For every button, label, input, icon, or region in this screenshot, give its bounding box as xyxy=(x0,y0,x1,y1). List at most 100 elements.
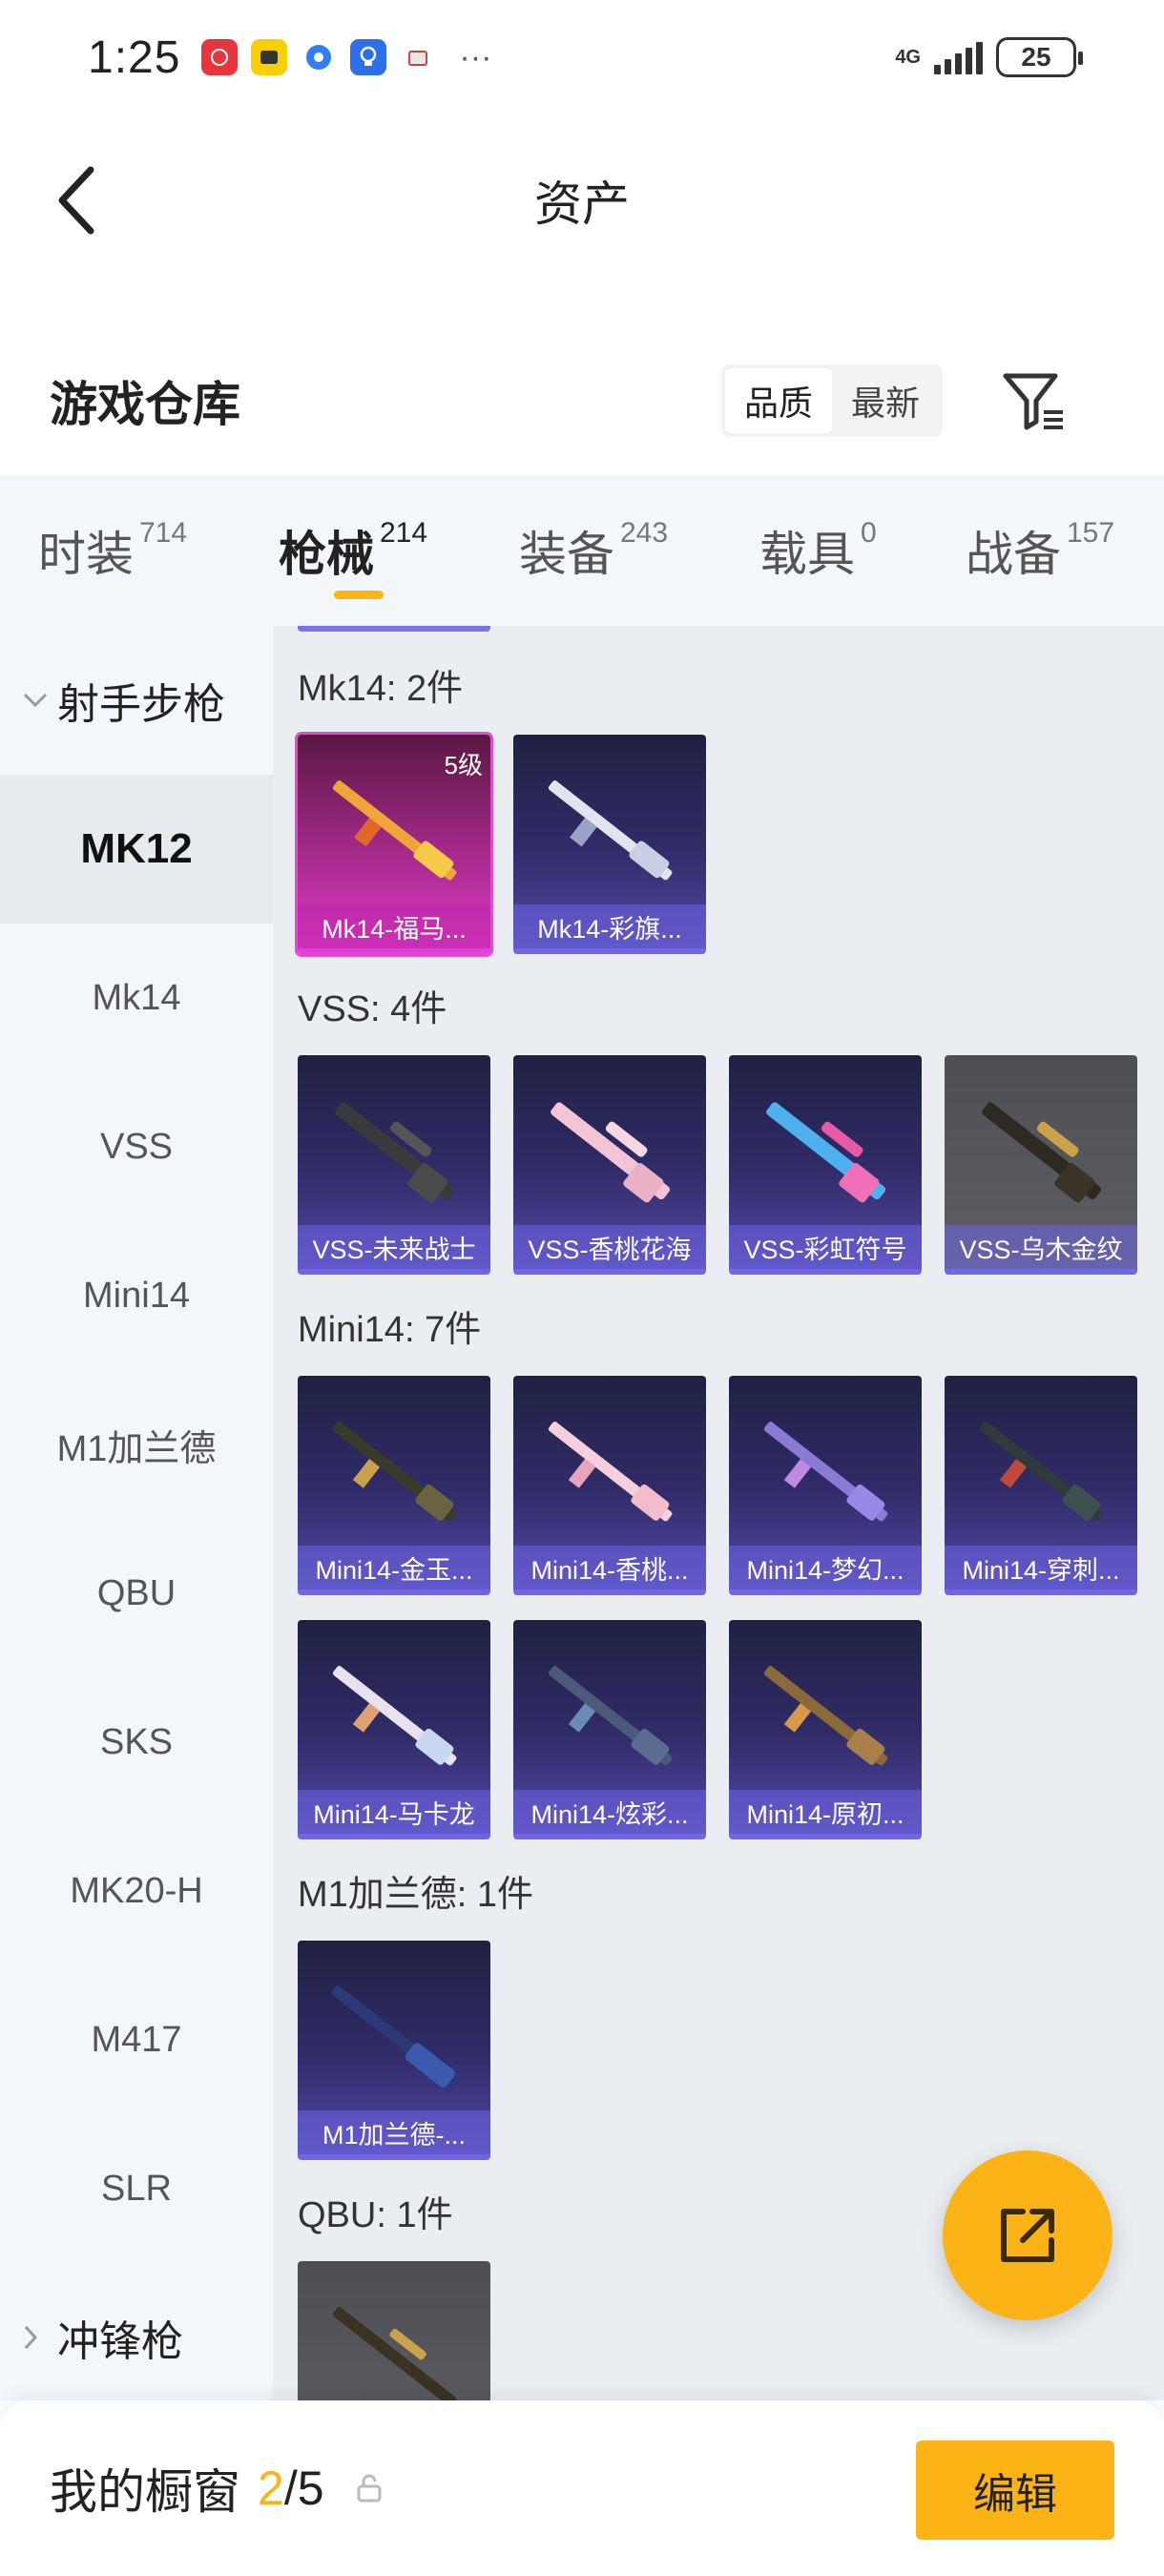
group-title-mini14: Mini14: 7件 xyxy=(298,1310,482,1350)
tab-vehicles[interactable]: 载具 0 xyxy=(759,475,877,626)
back-arrow-icon xyxy=(58,166,94,235)
rifle-skin-image xyxy=(548,1422,673,1522)
rifle-skin-image xyxy=(331,1984,458,2088)
tab-fashion[interactable]: 时装 714 xyxy=(38,475,187,626)
showcase-title: 我的橱窗 xyxy=(50,2465,240,2519)
rifle-skin-image xyxy=(548,1666,673,1766)
group-title-qbu: QBU: 1件 xyxy=(298,2195,453,2235)
category-tabs: 时装 714 枪械 214 装备 243 载具 0 战备 157 xyxy=(0,475,1164,626)
filter-button[interactable] xyxy=(1000,366,1069,435)
rifle-skin-image xyxy=(335,1102,455,1203)
tab-gear[interactable]: 战备 157 xyxy=(966,475,1114,626)
tab-count: 157 xyxy=(1067,517,1115,549)
skin-name: Mini14-穿刺... xyxy=(945,1546,1137,1589)
sidebar-item-mk20h[interactable]: MK20-H xyxy=(0,1817,273,1965)
section-title: 游戏仓库 xyxy=(50,378,240,431)
status-time: 1:25 xyxy=(88,31,181,83)
sort-by-latest[interactable]: 最新 xyxy=(832,368,939,433)
status-bar: 1:25 ··· 4G 25 xyxy=(0,0,1164,114)
rifle-skin-image xyxy=(332,1422,457,1522)
skin-card[interactable]: 5级 Mk14-福马... xyxy=(295,732,493,957)
box-app-icon xyxy=(400,39,437,75)
skin-name: Mk14-彩旗... xyxy=(513,904,706,948)
tab-guns[interactable]: 枪械 214 xyxy=(279,475,427,626)
showcase-separator: / xyxy=(283,2462,298,2515)
sidebar-group-marksman-rifles[interactable]: 射手步枪 xyxy=(0,626,273,775)
notification-icons: ··· xyxy=(201,39,491,76)
sidebar-item-qbu[interactable]: QBU xyxy=(0,1519,273,1668)
sidebar-item-m1-garand[interactable]: M1加兰德 xyxy=(0,1370,273,1519)
skin-name: M1加兰德-... xyxy=(298,2110,490,2154)
rifle-skin-image xyxy=(548,780,673,881)
skin-card[interactable]: Mini14-梦幻... xyxy=(729,1376,922,1595)
network-type: 4G xyxy=(895,47,921,68)
skin-card[interactable]: Mini14-原初... xyxy=(729,1620,922,1839)
active-tab-indicator xyxy=(334,591,384,599)
share-button[interactable] xyxy=(943,2150,1112,2320)
huawei-app-icon xyxy=(201,39,239,75)
nav-bar: 资产 xyxy=(0,134,1164,267)
skin-card[interactable]: Mini14-炫彩... xyxy=(513,1620,706,1839)
sidebar-item-vss[interactable]: VSS xyxy=(0,1072,273,1221)
chevron-down-icon xyxy=(21,691,50,710)
skin-card[interactable]: Mk14-彩旗... xyxy=(513,735,706,954)
skin-name: VSS-彩虹符号 xyxy=(729,1225,922,1269)
skin-card[interactable] xyxy=(298,2261,490,2400)
skin-name: Mini14-金玉... xyxy=(298,1546,490,1589)
tab-count: 714 xyxy=(139,517,188,549)
skin-name: VSS-香桃花海 xyxy=(513,1225,706,1269)
skin-card[interactable]: Mini14-金玉... xyxy=(298,1376,490,1595)
sidebar-item-mk12[interactable]: MK12 xyxy=(0,775,273,924)
skin-name: Mini14-香桃... xyxy=(513,1546,706,1589)
filter-icon xyxy=(1003,373,1063,430)
game-app-icon xyxy=(251,39,288,75)
tab-label: 战备 xyxy=(966,528,1061,581)
edit-button[interactable]: 编辑 xyxy=(916,2441,1114,2540)
chevron-right-icon xyxy=(21,2323,50,2352)
sort-by-quality[interactable]: 品质 xyxy=(725,368,832,433)
skin-card[interactable]: Mini14-穿刺... xyxy=(945,1376,1137,1595)
skin-card[interactable]: VSS-香桃花海 xyxy=(513,1055,706,1275)
share-icon xyxy=(1001,2209,1054,2262)
showcase-total: 5 xyxy=(297,2462,324,2515)
sidebar-group-smg[interactable]: 冲锋枪 xyxy=(0,2263,273,2412)
rifle-skin-image xyxy=(982,1102,1102,1203)
rifle-skin-image xyxy=(979,1422,1104,1522)
skin-card[interactable]: VSS-未来战士 xyxy=(298,1055,490,1275)
tab-label: 装备 xyxy=(519,528,614,581)
skin-name: Mini14-原初... xyxy=(729,1790,922,1834)
battery-icon: 25 xyxy=(996,37,1083,77)
sidebar-group-label: 射手步枪 xyxy=(57,681,225,728)
skin-card[interactable]: Mini14-香桃... xyxy=(513,1376,706,1595)
skin-card[interactable]: VSS-彩虹符号 xyxy=(729,1055,922,1275)
skin-name: VSS-乌木金纹 xyxy=(945,1225,1137,1269)
rifle-skin-image xyxy=(551,1102,671,1203)
back-button[interactable] xyxy=(38,162,114,239)
sidebar-item-mini14[interactable]: Mini14 xyxy=(0,1221,273,1370)
sidebar-item-mk14[interactable]: Mk14 xyxy=(0,924,273,1072)
bulb-app-icon xyxy=(350,39,387,75)
sidebar-item-m417[interactable]: M417 xyxy=(0,1965,273,2114)
skin-card[interactable]: Mini14-马卡龙 xyxy=(298,1620,490,1839)
sidebar-group-label: 冲锋枪 xyxy=(57,2318,183,2365)
tab-count: 0 xyxy=(861,517,877,549)
browser-app-icon xyxy=(301,39,338,75)
sidebar-item-slr[interactable]: SLR xyxy=(0,2114,273,2263)
sort-toggle: 品质 最新 xyxy=(721,364,943,437)
skin-name: Mini14-梦幻... xyxy=(729,1546,922,1589)
skin-card[interactable]: VSS-乌木金纹 xyxy=(945,1055,1137,1275)
rifle-skin-image xyxy=(332,2307,457,2400)
tab-label: 枪械 xyxy=(279,528,374,581)
tab-equipment[interactable]: 装备 243 xyxy=(519,475,668,626)
lock-icon xyxy=(357,2474,382,2503)
level-badge: 5级 xyxy=(444,751,483,779)
signal-icon xyxy=(934,40,983,74)
sidebar-item-sks[interactable]: SKS xyxy=(0,1668,273,1817)
skin-card[interactable]: M1加兰德-... xyxy=(298,1941,490,2160)
skin-name: VSS-未来战士 xyxy=(298,1225,490,1269)
section-header: 游戏仓库 品质 最新 xyxy=(0,353,1164,448)
tab-count: 214 xyxy=(380,517,428,549)
skin-grid: Mk14: 2件 5级 Mk14-福马... Mk14-彩旗... VSS: 4… xyxy=(273,626,1164,2400)
showcase-count: 2/5 xyxy=(258,2461,324,2516)
skin-name: Mk14-福马... xyxy=(298,904,490,948)
